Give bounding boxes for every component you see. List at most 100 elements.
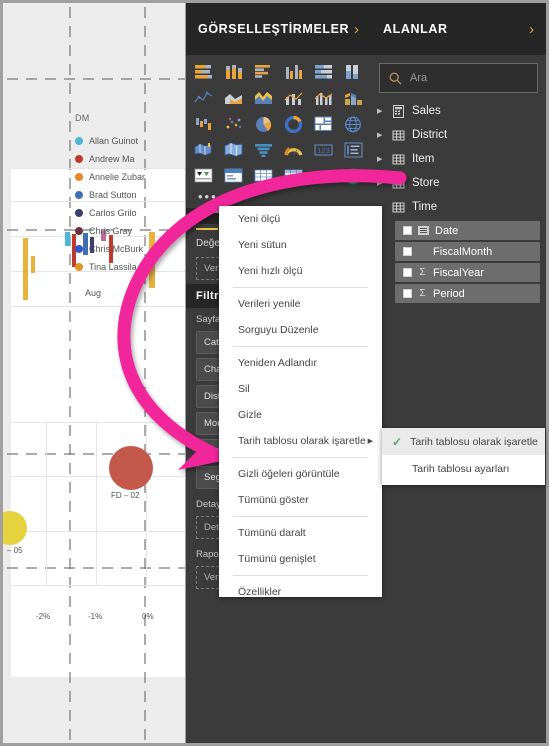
legend-color-swatch bbox=[75, 209, 83, 217]
search-input[interactable]: Ara bbox=[379, 63, 538, 93]
grid-dot-row bbox=[3, 78, 185, 80]
matrix-icon[interactable] bbox=[280, 165, 308, 187]
stacked-column-chart-icon[interactable] bbox=[220, 61, 248, 83]
clustered-column-chart-icon[interactable] bbox=[280, 61, 308, 83]
legend-item[interactable]: Allan Guinot bbox=[75, 132, 145, 150]
filled-map-icon[interactable] bbox=[190, 139, 218, 161]
field-table-name: Store bbox=[412, 177, 440, 189]
date-table-submenu[interactable]: ✓ Tarih tablosu olarak işaretle Tarih ta… bbox=[382, 428, 545, 485]
field-table-item[interactable]: ▶ Item bbox=[371, 147, 546, 171]
chevron-right-icon[interactable]: ▶ bbox=[377, 131, 385, 139]
r-script-visual-icon[interactable]: R bbox=[309, 165, 337, 187]
map-icon[interactable] bbox=[339, 113, 367, 135]
scatter-chart-icon[interactable] bbox=[220, 113, 248, 135]
stacked-area-chart-icon[interactable] bbox=[250, 87, 278, 109]
field-table-sales[interactable]: ▶ Sales bbox=[371, 99, 546, 123]
legend-item[interactable]: Tina Lassila bbox=[75, 258, 145, 276]
gauge-chart-icon[interactable] bbox=[280, 139, 308, 161]
menu-item-new-column[interactable]: Yeni sütun bbox=[219, 232, 382, 258]
svg-text:123: 123 bbox=[317, 146, 330, 155]
report-canvas[interactable]: Aug DM Allan Guinot Andrew Ma Annelie Zu… bbox=[3, 3, 185, 743]
scatter-chart[interactable] bbox=[3, 421, 185, 611]
field-checkbox[interactable] bbox=[403, 268, 412, 277]
fields-pane: ALANLAR › Ara ▶ Sales ▶ District ▶ Item … bbox=[371, 3, 546, 743]
field-item-fiscalmonth[interactable]: FiscalMonth bbox=[395, 242, 540, 261]
field-table-time[interactable]: Time bbox=[371, 195, 546, 219]
chevron-right-icon[interactable]: › bbox=[354, 22, 359, 37]
treemap-icon[interactable] bbox=[309, 113, 337, 135]
menu-separator bbox=[233, 287, 368, 288]
hundred-percent-stacked-bar-icon[interactable] bbox=[309, 61, 337, 83]
field-item-date[interactable]: Date bbox=[395, 221, 540, 240]
menu-item-delete[interactable]: Sil bbox=[219, 376, 382, 402]
legend-color-swatch bbox=[75, 263, 83, 271]
bubble-point[interactable] bbox=[3, 511, 27, 545]
chevron-right-icon[interactable]: ▶ bbox=[377, 155, 385, 163]
submenu-item-mark-as-date-table[interactable]: ✓ Tarih tablosu olarak işaretle bbox=[382, 428, 545, 455]
line-chart-icon[interactable] bbox=[190, 87, 218, 109]
field-checkbox[interactable] bbox=[403, 289, 412, 298]
chevron-right-icon[interactable]: › bbox=[529, 22, 534, 37]
field-table-store[interactable]: ▶ Store bbox=[371, 171, 546, 195]
field-item-label: Period bbox=[433, 287, 465, 300]
chevron-right-icon[interactable]: ▶ bbox=[377, 179, 385, 187]
bubble-label: – 05 bbox=[7, 546, 23, 555]
menu-item-new-quick-measure[interactable]: Yeni hızlı ölçü bbox=[219, 258, 382, 284]
kpi-icon[interactable] bbox=[190, 165, 218, 187]
legend-item[interactable]: Carlos Grilo bbox=[75, 204, 145, 222]
field-item-period[interactable]: Σ Period bbox=[395, 284, 540, 303]
menu-item-mark-as-date-table[interactable]: Tarih tablosu olarak işaretle ▶ bbox=[219, 428, 382, 454]
ribbon-chart-icon[interactable] bbox=[339, 87, 367, 109]
waterfall-chart-icon[interactable] bbox=[190, 113, 218, 135]
submenu-item-date-table-settings[interactable]: Tarih tablosu ayarları bbox=[382, 455, 545, 482]
menu-item-edit-query[interactable]: Sorguyu Düzenle bbox=[219, 317, 382, 343]
axis-tick-label: -2% bbox=[36, 612, 51, 621]
search-icon bbox=[389, 72, 402, 85]
menu-separator bbox=[233, 575, 368, 576]
menu-item-show-all[interactable]: Tümünü göster bbox=[219, 487, 382, 513]
legend-item[interactable]: Chris Gray bbox=[75, 222, 145, 240]
menu-item-collapse-all[interactable]: Tümünü daralt bbox=[219, 520, 382, 546]
stacked-bar-chart-icon[interactable] bbox=[190, 61, 218, 83]
menu-item-properties[interactable]: Özellikler bbox=[219, 579, 382, 605]
menu-item-label: Yeni sütun bbox=[238, 239, 287, 251]
arcgis-map-icon[interactable] bbox=[339, 165, 367, 187]
context-menu[interactable]: Yeni ölçü Yeni sütun Yeni hızlı ölçü Ver… bbox=[219, 206, 382, 598]
legend-item[interactable]: Brad Sutton bbox=[75, 186, 145, 204]
line-clustered-column-icon[interactable] bbox=[309, 87, 337, 109]
field-item-fiscalyear[interactable]: Σ FiscalYear bbox=[395, 263, 540, 282]
legend-item[interactable]: Annelie Zubar bbox=[75, 168, 145, 186]
bubble-point[interactable] bbox=[109, 446, 153, 490]
legend-color-swatch bbox=[75, 227, 83, 235]
legend-item[interactable]: Andrew Ma bbox=[75, 150, 145, 168]
legend-item[interactable]: Chris McBurk bbox=[75, 240, 145, 258]
menu-item-label: Tümünü göster bbox=[238, 494, 309, 506]
donut-chart-icon[interactable] bbox=[280, 113, 308, 135]
menu-item-hide[interactable]: Gizle bbox=[219, 402, 382, 428]
field-checkbox[interactable] bbox=[403, 247, 412, 256]
card-icon[interactable]: 123 bbox=[309, 139, 337, 161]
multi-row-card-icon[interactable] bbox=[339, 139, 367, 161]
menu-item-refresh-data[interactable]: Verileri yenile bbox=[219, 291, 382, 317]
menu-item-rename[interactable]: Yeniden Adlandır bbox=[219, 350, 382, 376]
chevron-right-icon[interactable]: ▶ bbox=[377, 107, 385, 115]
menu-item-label: Tarih tablosu olarak işaretle bbox=[238, 435, 366, 447]
field-table-district[interactable]: ▶ District bbox=[371, 123, 546, 147]
menu-item-new-measure[interactable]: Yeni ölçü bbox=[219, 206, 382, 232]
table-icon[interactable] bbox=[250, 165, 278, 187]
visual-type-grid[interactable]: 123 R bbox=[186, 55, 371, 189]
line-stacked-column-icon[interactable] bbox=[280, 87, 308, 109]
field-checkbox[interactable] bbox=[403, 226, 412, 235]
slicer-icon[interactable] bbox=[220, 165, 248, 187]
menu-item-expand-all[interactable]: Tümünü genişlet bbox=[219, 546, 382, 572]
menu-item-label: Tümünü genişlet bbox=[238, 553, 316, 565]
hundred-percent-stacked-column-icon[interactable] bbox=[339, 61, 367, 83]
clustered-bar-chart-icon[interactable] bbox=[250, 61, 278, 83]
menu-item-view-hidden[interactable]: Gizli öğeleri görüntüle bbox=[219, 461, 382, 487]
shape-map-icon[interactable] bbox=[220, 139, 248, 161]
menu-separator bbox=[233, 457, 368, 458]
pie-chart-icon[interactable] bbox=[250, 113, 278, 135]
funnel-chart-icon[interactable] bbox=[250, 139, 278, 161]
area-chart-icon[interactable] bbox=[220, 87, 248, 109]
axis-tick-label: Aug bbox=[85, 288, 102, 298]
